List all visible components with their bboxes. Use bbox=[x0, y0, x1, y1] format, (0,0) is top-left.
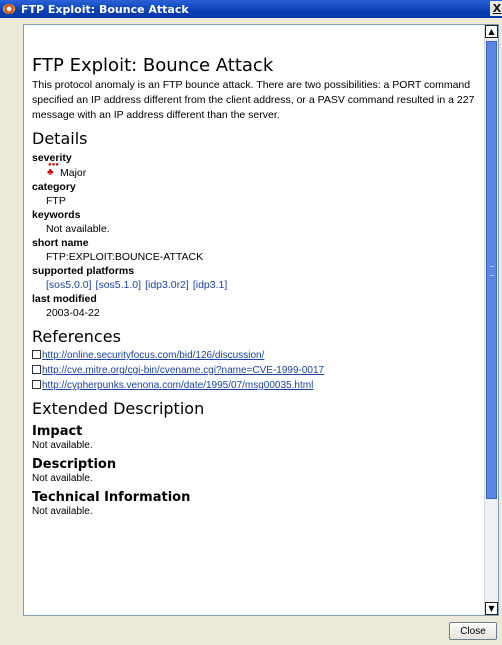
last-modified-value: 2003-04-22 bbox=[46, 307, 100, 319]
content-panel: FTP Exploit: Bounce Attack This protocol… bbox=[23, 24, 499, 616]
reference-item: http://online.securityfocus.com/bid/126/… bbox=[32, 349, 484, 361]
scroll-thumb[interactable] bbox=[486, 41, 497, 499]
platform-link[interactable]: [sos5.0.0] bbox=[46, 279, 92, 291]
title-bar: FTP Exploit: Bounce Attack X bbox=[0, 0, 502, 18]
reference-link[interactable]: http://online.securityfocus.com/bid/126/… bbox=[42, 350, 264, 361]
intro-text: This protocol anomaly is an FTP bounce a… bbox=[32, 79, 475, 121]
platforms-list: [sos5.0.0] [sos5.1.0] [idp3.0r2] [idp3.1] bbox=[46, 279, 484, 291]
link-box-icon bbox=[32, 349, 41, 359]
page-title: FTP Exploit: Bounce Attack bbox=[32, 55, 274, 76]
severity-label: severity bbox=[32, 152, 72, 164]
content-area: FTP Exploit: Bounce Attack This protocol… bbox=[24, 25, 484, 615]
platform-link[interactable]: [sos5.1.0] bbox=[96, 279, 142, 291]
platform-link[interactable]: [idp3.0r2] bbox=[145, 279, 189, 291]
last-modified-label: last modified bbox=[32, 293, 97, 305]
scroll-up-arrow-icon[interactable]: ▲ bbox=[485, 25, 498, 38]
window-close-button[interactable]: X bbox=[490, 1, 502, 16]
supported-platforms-label: supported platforms bbox=[32, 265, 135, 277]
details-heading: Details bbox=[32, 129, 88, 148]
reference-link[interactable]: http://cypherpunks.venona.com/date/1995/… bbox=[42, 380, 313, 391]
references-heading: References bbox=[32, 327, 121, 346]
keywords-label: keywords bbox=[32, 209, 81, 221]
category-label: category bbox=[32, 181, 76, 193]
extended-description-heading: Extended Description bbox=[32, 399, 205, 418]
major-severity-icon: ●●● ♣ bbox=[47, 162, 59, 178]
link-box-icon bbox=[32, 364, 41, 374]
description-value: Not available. bbox=[32, 473, 93, 484]
category-value: FTP bbox=[46, 195, 66, 207]
impact-value: Not available. bbox=[32, 440, 93, 451]
description-heading: Description bbox=[32, 457, 117, 472]
short-name-label: short name bbox=[32, 237, 89, 249]
scroll-down-arrow-icon[interactable]: ▼ bbox=[485, 602, 498, 615]
reference-item: http://cypherpunks.venona.com/date/1995/… bbox=[32, 379, 484, 391]
technical-information-value: Not available. bbox=[32, 506, 93, 517]
reference-link[interactable]: http://cve.mitre.org/cgi-bin/cvename.cgi… bbox=[42, 365, 324, 376]
reference-item: http://cve.mitre.org/cgi-bin/cvename.cgi… bbox=[32, 364, 484, 376]
window-title: FTP Exploit: Bounce Attack bbox=[21, 2, 189, 16]
severity-value: Major bbox=[60, 167, 87, 179]
close-button[interactable]: Close bbox=[449, 622, 497, 640]
keywords-value: Not available. bbox=[46, 223, 110, 235]
short-name-value: FTP:EXPLOIT:BOUNCE-ATTACK bbox=[46, 251, 204, 263]
vertical-scrollbar[interactable]: ▲ ▼ bbox=[484, 25, 498, 615]
app-window-icon bbox=[3, 3, 17, 15]
severity-row: ●●● ♣ Major bbox=[46, 162, 484, 179]
technical-information-heading: Technical Information bbox=[32, 490, 191, 505]
impact-heading: Impact bbox=[32, 424, 83, 439]
platform-link[interactable]: [idp3.1] bbox=[193, 279, 227, 291]
link-box-icon bbox=[32, 379, 41, 389]
